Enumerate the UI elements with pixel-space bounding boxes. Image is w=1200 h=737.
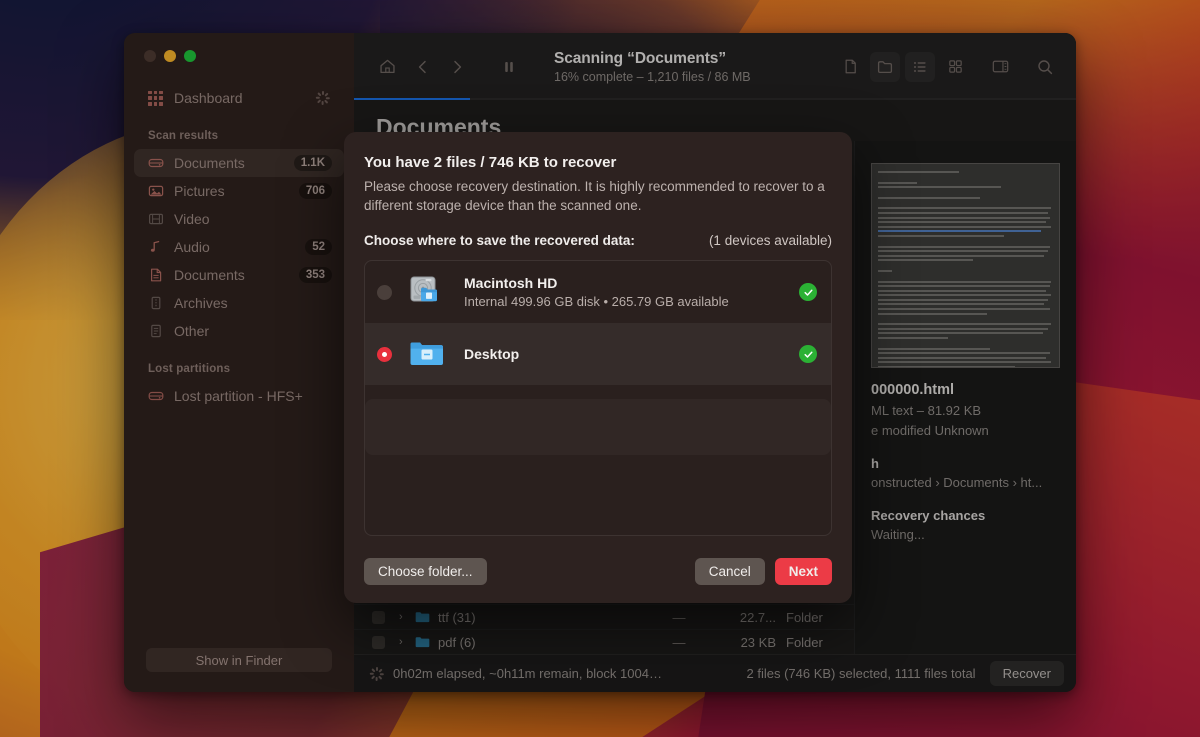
cancel-button[interactable]: Cancel (694, 558, 765, 585)
dialog-choose-row: Choose where to save the recovered data:… (364, 233, 832, 248)
blue-folder-icon (408, 337, 448, 371)
recovery-destination-dialog: You have 2 files / 746 KB to recover Ple… (344, 132, 852, 603)
dialog-title: You have 2 files / 746 KB to recover (364, 154, 617, 171)
device-list-empty-slot (365, 399, 831, 455)
device-name: Macintosh HD (464, 275, 558, 292)
dialog-footer: Choose folder... Cancel Next (364, 558, 832, 603)
device-list: Macintosh HD Internal 499.96 GB disk • 2… (364, 260, 832, 537)
dialog-actions: Cancel Next (694, 558, 832, 585)
dialog-description: Please choose recovery destination. It i… (364, 179, 825, 214)
hard-drive-folder-icon (408, 275, 448, 309)
device-row-macintosh-hd[interactable]: Macintosh HD Internal 499.96 GB disk • 2… (365, 261, 831, 323)
device-text: Desktop (464, 346, 799, 362)
device-radio[interactable] (377, 284, 392, 300)
devices-available-count: (1 devices available) (708, 233, 832, 249)
next-button[interactable]: Next (774, 558, 832, 585)
device-subtitle: Internal 499.96 GB disk • 265.79 GB avai… (464, 294, 729, 310)
device-text: Macintosh HD Internal 499.96 GB disk • 2… (464, 275, 799, 309)
green-check-icon (799, 283, 817, 302)
choose-folder-button[interactable]: Choose folder... (364, 558, 487, 585)
dialog-choose-label: Choose where to save the recovered data: (364, 233, 635, 249)
device-name: Desktop (464, 346, 520, 363)
device-radio[interactable] (377, 346, 392, 362)
green-check-icon (799, 345, 817, 364)
device-row-desktop[interactable]: Desktop (365, 323, 831, 386)
